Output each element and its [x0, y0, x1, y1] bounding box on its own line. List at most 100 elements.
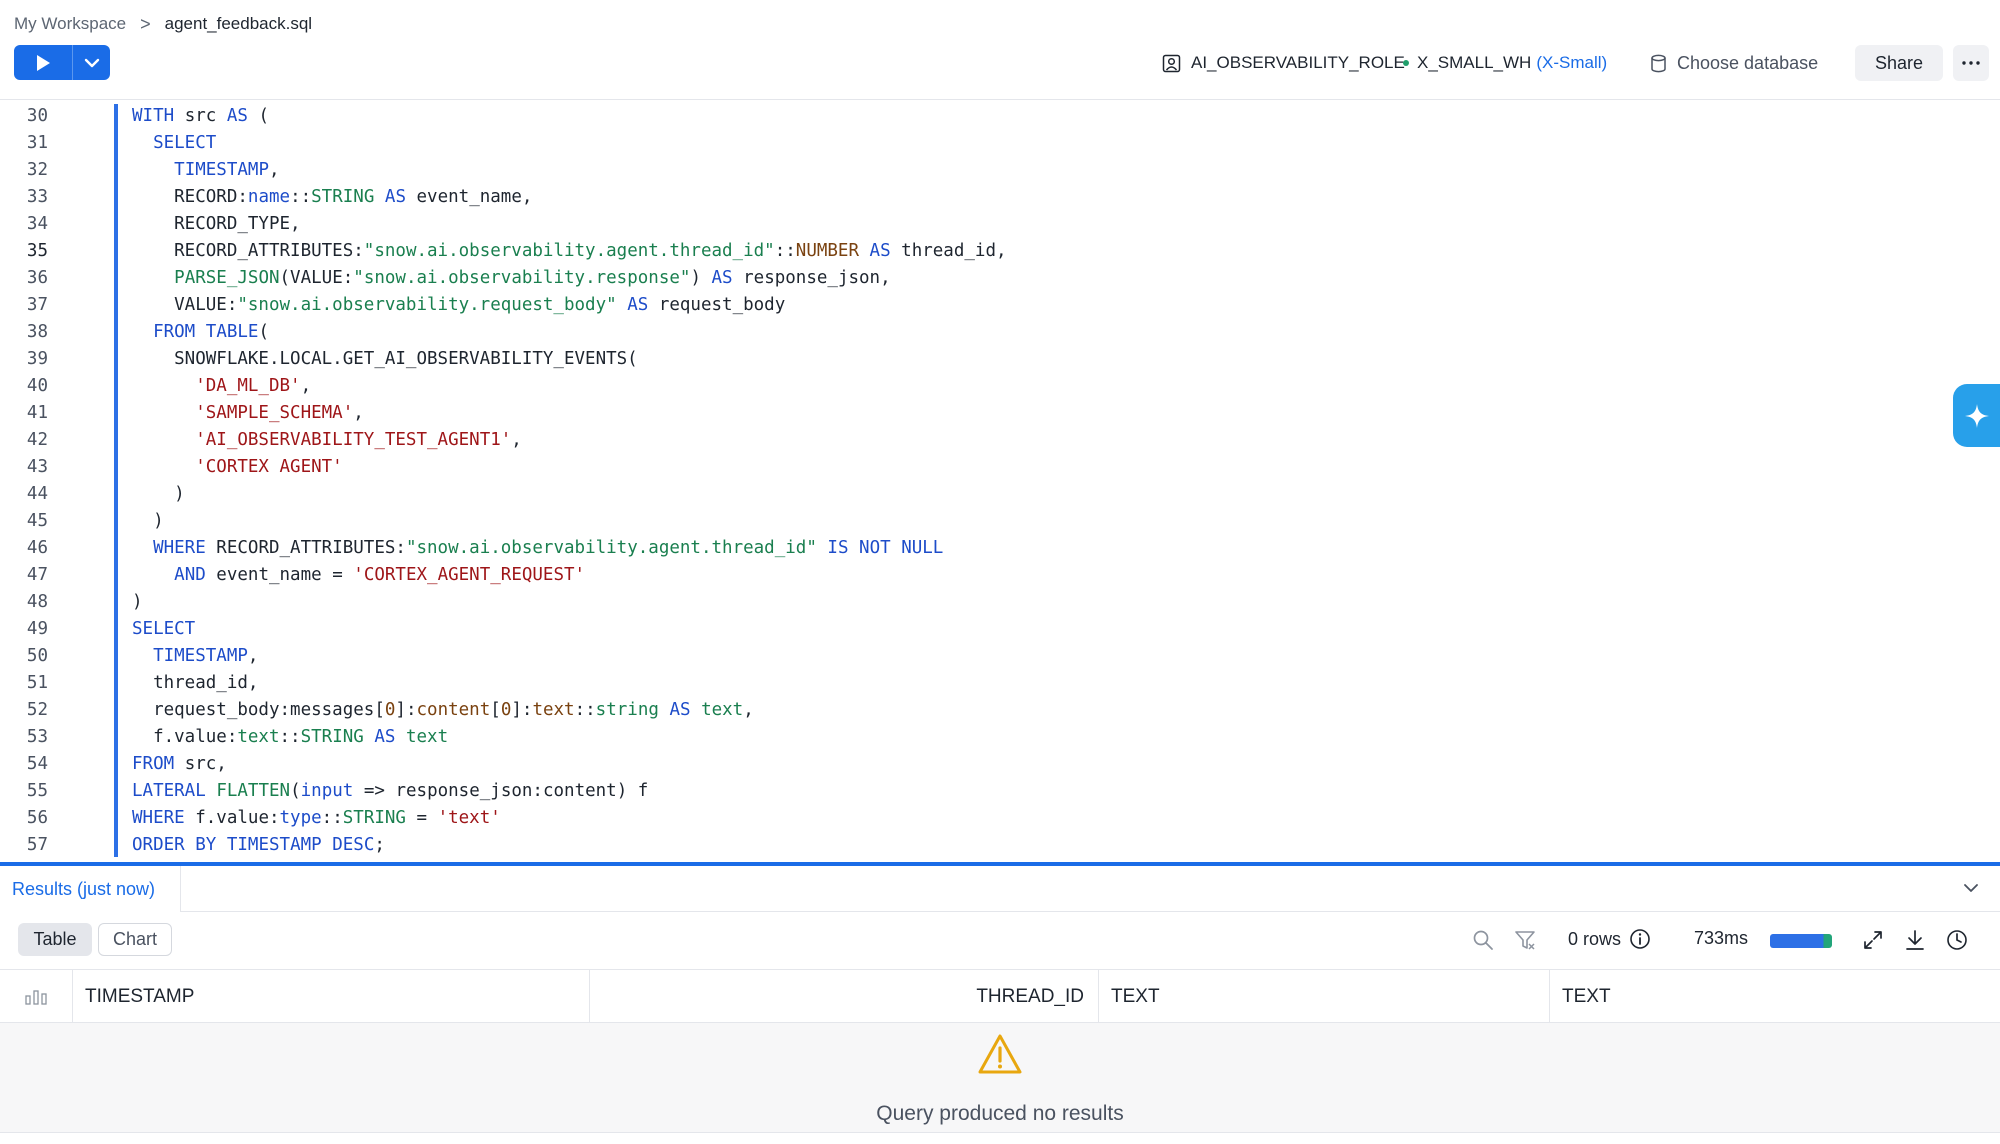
breadcrumb-workspace[interactable]: My Workspace — [14, 14, 126, 34]
line-number: 38 — [26, 322, 48, 342]
download-icon[interactable] — [1904, 929, 1926, 951]
line-number: 54 — [26, 754, 48, 774]
run-button-group — [14, 45, 110, 80]
code-line[interactable]: 31 SELECT — [0, 130, 1950, 157]
line-number: 37 — [26, 295, 48, 315]
line-number: 52 — [26, 700, 48, 720]
code-line[interactable]: 32 TIMESTAMP, — [0, 157, 1950, 184]
line-number: 41 — [26, 403, 48, 423]
role-selector[interactable]: AI_OBSERVABILITY_ROLE — [1162, 49, 1405, 77]
code-line[interactable]: 45 ) — [0, 508, 1950, 535]
breadcrumb-file[interactable]: agent_feedback.sql — [165, 14, 312, 34]
line-number: 45 — [26, 511, 48, 531]
code-text: WHERE f.value:type::STRING = 'text' — [132, 808, 501, 828]
database-icon — [1651, 54, 1666, 72]
info-icon[interactable] — [1629, 928, 1651, 950]
warning-icon — [978, 1034, 1022, 1074]
code-text: SELECT — [132, 619, 196, 639]
warehouse-size: (X-Small) — [1536, 53, 1608, 72]
tab-results[interactable]: Results (just now) — [0, 866, 181, 912]
code-line[interactable]: 33 RECORD:name::STRING AS event_name, — [0, 184, 1950, 211]
code-line[interactable]: 43 'CORTEX AGENT' — [0, 454, 1950, 481]
results-toolbar: Table Chart 0 rows 733ms — [0, 912, 2000, 970]
run-button[interactable] — [14, 45, 72, 80]
code-line[interactable]: 36 PARSE_JSON(VALUE:"snow.ai.observabili… — [0, 265, 1950, 292]
top-bar: My Workspace > agent_feedback.sql AI_OBS… — [0, 0, 2000, 100]
code-line[interactable]: 54 FROM src, — [0, 751, 1950, 778]
line-number: 43 — [26, 457, 48, 477]
share-button[interactable]: Share — [1855, 45, 1943, 81]
code-line[interactable]: 44 ) — [0, 481, 1950, 508]
line-number: 49 — [26, 619, 48, 639]
column-header-text[interactable]: TEXT — [1099, 970, 1550, 1023]
code-line[interactable]: 49 SELECT — [0, 616, 1950, 643]
code-text: FROM TABLE( — [153, 322, 270, 342]
code-text: thread_id, — [132, 673, 259, 693]
column-header-text-2[interactable]: TEXT — [1550, 970, 2000, 1023]
code-line[interactable]: 30 WITH src AS ( — [0, 103, 1950, 130]
code-text: RECORD_ATTRIBUTES:"snow.ai.observability… — [132, 241, 1007, 261]
line-number: 30 — [26, 106, 48, 126]
code-line[interactable]: 46 WHERE RECORD_ATTRIBUTES:"snow.ai.obse… — [0, 535, 1950, 562]
history-icon[interactable] — [1946, 929, 1968, 951]
code-text: AND event_name = 'CORTEX_AGENT_REQUEST' — [174, 565, 586, 585]
code-text: ) — [132, 511, 164, 531]
code-line[interactable]: 48) — [0, 589, 1950, 616]
line-number: 40 — [26, 376, 48, 396]
column-header-timestamp[interactable]: TIMESTAMP — [73, 970, 590, 1023]
database-selector[interactable]: Choose database — [1650, 49, 1818, 77]
line-number: 36 — [26, 268, 48, 288]
role-icon — [1162, 54, 1181, 72]
more-icon — [1962, 61, 1980, 65]
query-progress-bar — [1770, 934, 1832, 948]
column-stats-icon — [25, 989, 47, 1005]
search-icon[interactable] — [1472, 929, 1494, 951]
line-number: 50 — [26, 646, 48, 666]
code-line[interactable]: 34 RECORD_TYPE, — [0, 211, 1950, 238]
table-view-button[interactable]: Table — [18, 923, 92, 956]
code-text: RECORD_TYPE, — [132, 214, 301, 234]
line-number: 44 — [26, 484, 48, 504]
play-icon — [37, 54, 50, 71]
results-tab-strip: Results (just now) — [0, 866, 2000, 912]
warehouse-status-dot — [1403, 60, 1409, 66]
filter-icon[interactable] — [1514, 929, 1536, 951]
code-text: ) — [132, 484, 185, 504]
warehouse-selector[interactable]: X_SMALL_WH (X-Small) — [1403, 49, 1607, 77]
line-number: 35 — [26, 241, 48, 261]
column-header-thread-id[interactable]: THREAD_ID — [590, 970, 1099, 1023]
code-text: VALUE:"snow.ai.observability.request_bod… — [132, 295, 786, 315]
code-line[interactable]: 47 AND event_name = 'CORTEX_AGENT_REQUES… — [0, 562, 1950, 589]
row-count: 0 rows — [1568, 928, 1651, 950]
code-line[interactable]: 55 LATERAL FLATTEN(input => response_json… — [0, 778, 1950, 805]
results-grid-header: TIMESTAMP THREAD_ID TEXT TEXT — [0, 970, 2000, 1023]
breadcrumb-separator: > — [140, 13, 151, 34]
code-text: PARSE_JSON(VALUE:"snow.ai.observability.… — [174, 268, 891, 288]
line-number: 56 — [26, 808, 48, 828]
code-line[interactable]: 51 thread_id, — [0, 670, 1950, 697]
code-line[interactable]: 53 f.value:text::STRING AS text — [0, 724, 1950, 751]
code-line[interactable]: 42 'AI_OBSERVABILITY_TEST_AGENT1', — [0, 427, 1950, 454]
chart-view-button[interactable]: Chart — [98, 923, 172, 956]
line-number: 31 — [26, 133, 48, 153]
code-line[interactable]: 40 'DA_ML_DB', — [0, 373, 1950, 400]
ai-assistant-button[interactable] — [1953, 384, 2000, 447]
sql-editor[interactable]: 30 WITH src AS (31 SELECT 32 TIMESTAMP, 33 … — [0, 101, 2000, 862]
column-stats-toggle[interactable] — [0, 970, 73, 1023]
expand-icon[interactable] — [1862, 929, 1884, 951]
line-number: 57 — [26, 835, 48, 855]
code-line[interactable]: 52 request_body:messages[0]:content[0]:t… — [0, 697, 1950, 724]
collapse-chevron-icon[interactable] — [1961, 878, 1981, 898]
code-line[interactable]: 37 VALUE:"snow.ai.observability.request_… — [0, 292, 1950, 319]
code-line[interactable]: 56 WHERE f.value:type::STRING = 'text' — [0, 805, 1950, 832]
code-line[interactable]: 35 RECORD_ATTRIBUTES:"snow.ai.observabil… — [0, 238, 1950, 265]
code-line[interactable]: 39 SNOWFLAKE.LOCAL.GET_AI_OBSERVABILITY_… — [0, 346, 1950, 373]
code-line[interactable]: 38 FROM TABLE( — [0, 319, 1950, 346]
run-options-button[interactable] — [73, 45, 110, 80]
code-line[interactable]: 41 'SAMPLE_SCHEMA', — [0, 400, 1950, 427]
line-number: 33 — [26, 187, 48, 207]
more-options-button[interactable] — [1953, 45, 1989, 81]
code-line[interactable]: 50 TIMESTAMP, — [0, 643, 1950, 670]
warehouse-name: X_SMALL_WH — [1417, 53, 1532, 72]
code-line[interactable]: 57 ORDER BY TIMESTAMP DESC; — [0, 832, 1950, 859]
